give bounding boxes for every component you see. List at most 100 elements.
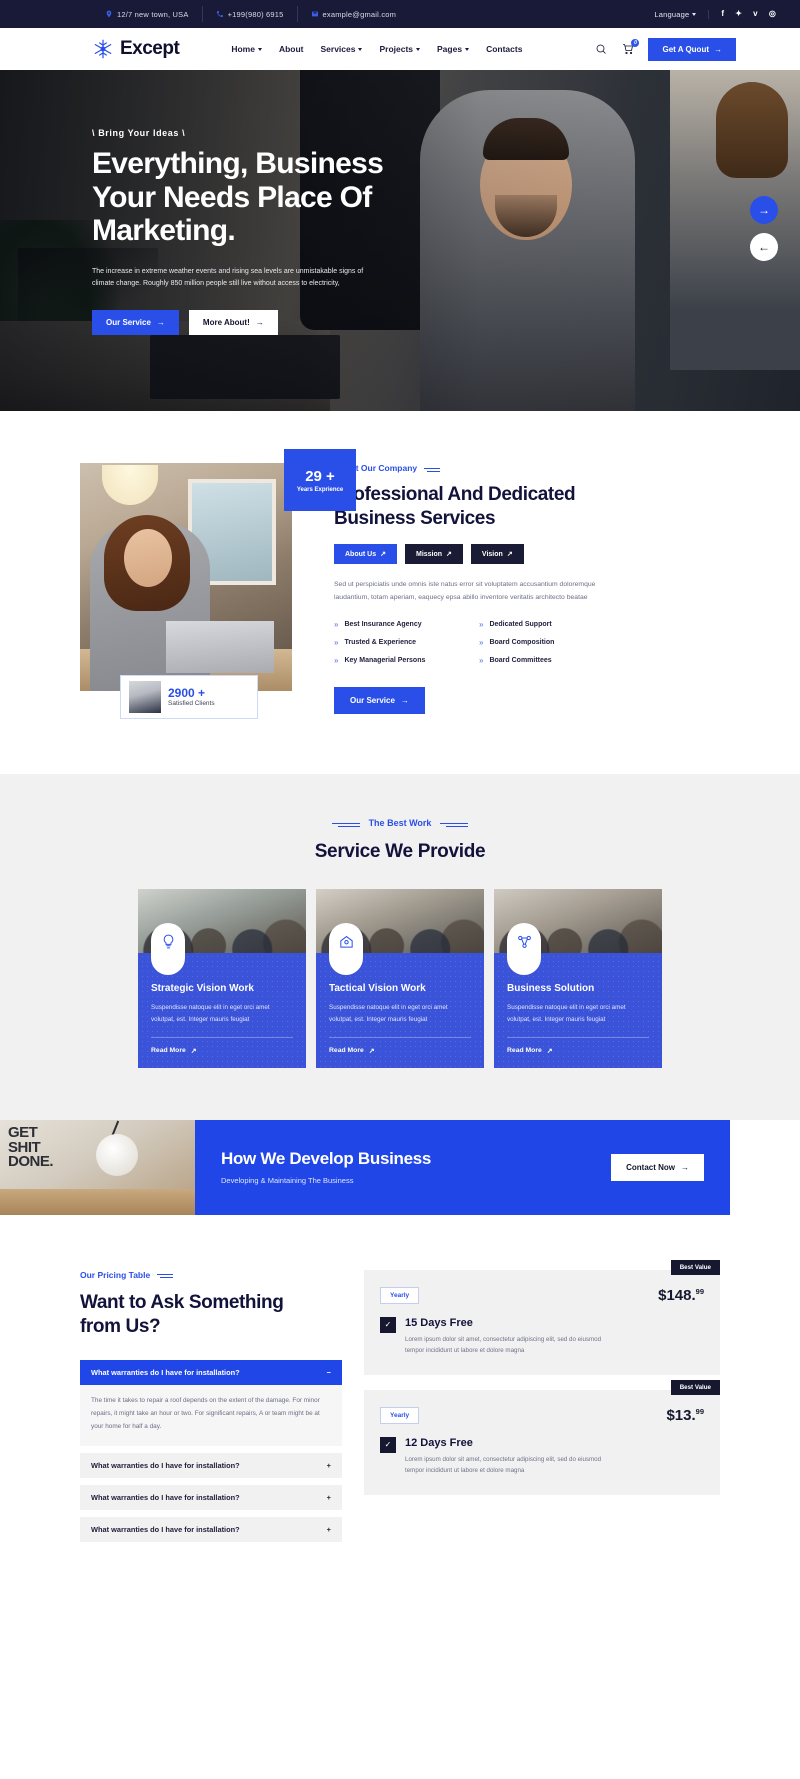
page-root: 12/7 new town, USA +199(980) 6915 exampl…	[0, 0, 800, 1589]
read-more-link[interactable]: Read More ↗	[507, 1047, 649, 1055]
eyebrow-dash-left-icon	[331, 822, 360, 827]
top-bar-contacts: 12/7 new town, USA +199(980) 6915 exampl…	[92, 6, 409, 22]
nav-item-home[interactable]: Home	[231, 44, 262, 54]
topbar-email-text: example@gmail.com	[322, 9, 397, 19]
brand-logo[interactable]: Except	[92, 38, 180, 60]
plus-icon: +	[326, 1460, 331, 1470]
nav-item-about[interactable]: About	[279, 44, 304, 54]
hero-our-service-button[interactable]: Our Service →	[92, 310, 179, 336]
years-label: Years Exprience	[296, 486, 344, 493]
eyebrow-dash-right-icon	[440, 822, 469, 827]
service-card-body: Business Solution Suspendisse natoque el…	[494, 923, 662, 1068]
feature-item: » Trusted & Experience	[334, 638, 469, 647]
read-more-label: Read More	[507, 1047, 542, 1055]
social-links: f ✦ v ◎	[709, 10, 776, 18]
plan-checkbox[interactable]: ✓	[380, 1316, 396, 1333]
nav-item-services[interactable]: Services	[320, 44, 363, 54]
instagram-icon[interactable]: ◎	[769, 10, 776, 18]
hero-title: Everything, Business Your Needs Place Of…	[92, 147, 474, 248]
plan-description: Lorem ipsum dolor sit amet, consectetur …	[405, 1335, 602, 1355]
plan-checkbox[interactable]: ✓	[380, 1436, 396, 1453]
snowflake-logo-icon	[92, 38, 114, 60]
service-card-body: Tactical Vision Work Suspendisse natoque…	[316, 923, 484, 1068]
cart-icon[interactable]: 0	[621, 39, 640, 56]
cta-banner: GET SHIT DONE. How We Develop Business D…	[0, 1119, 800, 1215]
phone-icon	[216, 10, 224, 18]
accordion-header[interactable]: What warranties do I have for installati…	[80, 1484, 342, 1510]
button-label: Contact Now	[626, 1162, 675, 1172]
billing-period-tag[interactable]: Yearly	[380, 1406, 420, 1424]
price-main: $148.	[658, 1286, 696, 1304]
topbar-address: 12/7 new town, USA	[92, 6, 203, 22]
cart-count-badge: 0	[631, 39, 640, 47]
facebook-icon[interactable]: f	[721, 10, 724, 18]
faq-heading-line-1: Want to Ask Something	[80, 1291, 284, 1313]
slider-prev-button[interactable]: ←	[750, 233, 778, 261]
about-paragraph: Sed ut perspiciatis unde omnis iste natu…	[334, 581, 596, 601]
accordion-item: What warranties do I have for installati…	[80, 1484, 342, 1510]
tab-mission[interactable]: Mission ↗	[404, 544, 463, 565]
accordion-header[interactable]: What warranties do I have for installati…	[80, 1360, 342, 1386]
service-card-tactical-vision[interactable]: Tactical Vision Work Suspendisse natoque…	[316, 889, 484, 1068]
services-eyebrow: The Best Work	[24, 818, 776, 828]
plan-description: Lorem ipsum dolor sit amet, consectetur …	[405, 1455, 602, 1475]
chevron-right-icon: »	[334, 638, 339, 648]
service-card-title: Strategic Vision Work	[151, 983, 254, 995]
service-card-title: Tactical Vision Work	[329, 983, 426, 995]
avatar	[129, 681, 161, 713]
feature-item: » Board Committees	[479, 656, 614, 665]
plan-title: 15 Days Free	[405, 1316, 473, 1329]
feature-item: » Dedicated Support	[479, 620, 614, 629]
divider	[329, 1036, 471, 1038]
service-cards: Strategic Vision Work Suspendisse natoqu…	[24, 889, 776, 1068]
nav-label: Pages	[437, 44, 463, 54]
accordion-question: What warranties do I have for installati…	[91, 1460, 240, 1470]
hero-eyebrow: \ Bring Your Ideas \	[92, 128, 186, 138]
about-media: 29 + Years Exprience 2900 + Satisfied Cl…	[80, 449, 356, 719]
about-our-service-button[interactable]: Our Service →	[334, 687, 425, 715]
topbar-phone[interactable]: +199(980) 6915	[203, 6, 298, 22]
arrow-right-icon: →	[714, 44, 722, 54]
read-more-link[interactable]: Read More ↗	[151, 1047, 293, 1055]
service-card-text: Suspendisse natoque elit in eget orci am…	[507, 1004, 626, 1023]
feature-item: » Board Composition	[479, 638, 614, 647]
arrow-up-right-icon: ↗	[446, 551, 452, 559]
accordion-header[interactable]: What warranties do I have for installati…	[80, 1452, 342, 1478]
service-card-business-solution[interactable]: Business Solution Suspendisse natoque el…	[494, 889, 662, 1068]
language-selector[interactable]: Language	[654, 9, 710, 19]
tab-about-us[interactable]: About Us ↗	[334, 544, 397, 565]
search-icon[interactable]	[594, 42, 608, 56]
topbar-email[interactable]: example@gmail.com	[298, 6, 410, 22]
faq-eyebrow-label: Our Pricing Table	[80, 1269, 151, 1280]
service-card-text: Suspendisse natoque elit in eget orci am…	[329, 1004, 448, 1023]
top-bar: 12/7 new town, USA +199(980) 6915 exampl…	[0, 0, 800, 28]
read-more-link[interactable]: Read More ↗	[329, 1047, 471, 1055]
service-card-strategic-vision[interactable]: Strategic Vision Work Suspendisse natoqu…	[138, 889, 306, 1068]
nav-item-pages[interactable]: Pages	[437, 44, 470, 54]
read-more-label: Read More	[151, 1047, 186, 1055]
slider-next-button[interactable]: →	[750, 196, 778, 224]
nav-item-projects[interactable]: Projects	[379, 44, 421, 54]
satisfied-clients-card: 2900 + Satisfied Clients	[120, 675, 258, 719]
nav-item-contacts[interactable]: Contacts	[486, 44, 522, 54]
accordion-header[interactable]: What warranties do I have for installati…	[80, 1516, 342, 1542]
arrow-right-icon: →	[400, 696, 409, 706]
about-content: About Our Company Professional And Dedic…	[334, 463, 776, 715]
contact-now-button[interactable]: Contact Now →	[611, 1153, 704, 1181]
cta-content: How We Develop Business Developing & Mai…	[195, 1119, 730, 1215]
feature-label: Best Insurance Agency	[344, 621, 422, 629]
top-bar-right: Language f ✦ v ◎	[654, 9, 776, 19]
hero-more-about-button[interactable]: More About! →	[188, 310, 278, 336]
tab-vision[interactable]: Vision ↗	[470, 544, 524, 565]
get-a-quote-button[interactable]: Get A Quout →	[648, 37, 736, 61]
button-label: Our Service	[350, 696, 395, 706]
topbar-phone-text: +199(980) 6915	[227, 9, 284, 19]
plus-icon: +	[326, 1524, 331, 1534]
twitter-icon[interactable]: ✦	[735, 10, 742, 18]
tab-label: About Us	[345, 550, 377, 558]
chevron-down-icon	[416, 47, 421, 51]
best-value-badge: Best Value	[670, 1259, 720, 1275]
lightbulb-icon	[151, 923, 185, 976]
vimeo-icon[interactable]: v	[753, 10, 758, 18]
billing-period-tag[interactable]: Yearly	[380, 1286, 420, 1304]
